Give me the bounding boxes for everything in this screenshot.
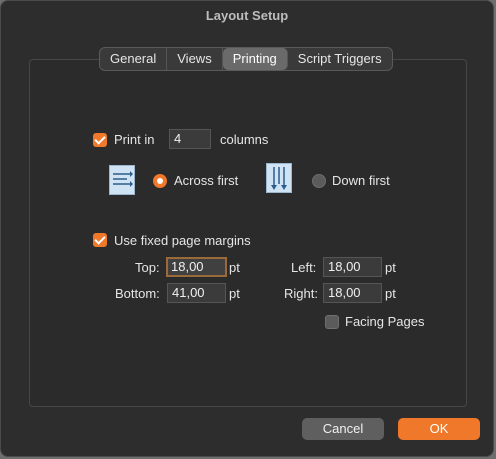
right-unit-label: pt bbox=[385, 286, 396, 301]
top-unit-label: pt bbox=[229, 260, 240, 275]
across-first-label: Across first bbox=[174, 173, 239, 188]
left-margin-label: Left: bbox=[291, 260, 317, 275]
facing-pages-label: Facing Pages bbox=[345, 314, 425, 329]
facing-pages-checkbox[interactable] bbox=[325, 315, 339, 329]
tab-general[interactable]: General bbox=[100, 48, 168, 70]
columns-label: columns bbox=[220, 132, 269, 147]
print-in-label: Print in bbox=[114, 132, 155, 147]
top-margin-field[interactable]: 18,00 bbox=[166, 257, 227, 277]
layout-setup-dialog: Layout Setup General Views Printing Scri… bbox=[0, 0, 494, 457]
fixed-margins-label: Use fixed page margins bbox=[114, 233, 251, 248]
across-first-icon bbox=[109, 165, 135, 195]
down-first-label: Down first bbox=[332, 173, 390, 188]
tab-script-triggers[interactable]: Script Triggers bbox=[288, 48, 392, 70]
across-first-radio[interactable] bbox=[153, 174, 167, 188]
tab-printing[interactable]: Printing bbox=[222, 48, 288, 70]
bottom-margin-field[interactable]: 41,00 bbox=[167, 283, 226, 303]
left-unit-label: pt bbox=[385, 260, 396, 275]
columns-field[interactable]: 4 bbox=[169, 129, 211, 149]
down-first-radio[interactable] bbox=[312, 174, 326, 188]
left-margin-field[interactable]: 18,00 bbox=[323, 257, 382, 277]
right-margin-label: Right: bbox=[284, 286, 318, 301]
fixed-margins-checkbox[interactable] bbox=[93, 233, 107, 247]
right-margin-field[interactable]: 18,00 bbox=[323, 283, 382, 303]
top-margin-label: Top: bbox=[135, 260, 160, 275]
ok-button[interactable]: OK bbox=[398, 418, 480, 440]
print-in-checkbox[interactable] bbox=[93, 133, 107, 147]
down-first-icon bbox=[266, 163, 292, 193]
dialog-title: Layout Setup bbox=[205, 8, 289, 23]
bottom-margin-label: Bottom: bbox=[115, 286, 160, 301]
cancel-button[interactable]: Cancel bbox=[302, 418, 384, 440]
tab-views[interactable]: Views bbox=[167, 48, 223, 70]
bottom-unit-label: pt bbox=[229, 286, 240, 301]
tab-bar: General Views Printing Script Triggers bbox=[99, 47, 393, 71]
